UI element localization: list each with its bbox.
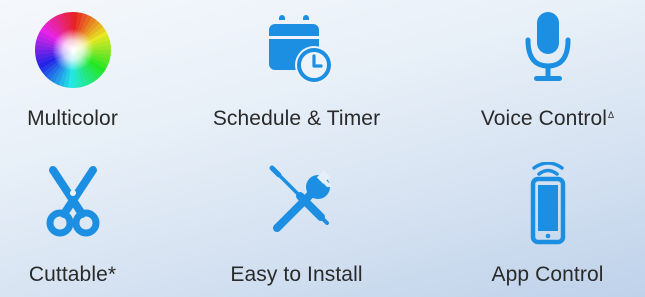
- tools-icon: [189, 162, 404, 242]
- calendar-clock-icon: [189, 10, 404, 90]
- feature-label: Voice ControlΔ: [480, 107, 615, 130]
- feature-label: Cuttable*: [28, 263, 117, 286]
- microphone-icon: [440, 10, 645, 90]
- feature-label: Multicolor: [27, 107, 118, 130]
- scissors-icon: [0, 162, 180, 242]
- feature-label: App Control: [491, 263, 604, 286]
- color-wheel-icon: [0, 10, 180, 90]
- footnote-mark: Δ: [608, 110, 615, 120]
- feature-label: Schedule & Timer: [212, 107, 381, 130]
- smartphone-wireless-icon: [440, 162, 645, 245]
- feature-grid: Multicolor Schedule & Timer Voice Contro…: [0, 0, 645, 297]
- feature-label: Easy to Install: [230, 263, 363, 286]
